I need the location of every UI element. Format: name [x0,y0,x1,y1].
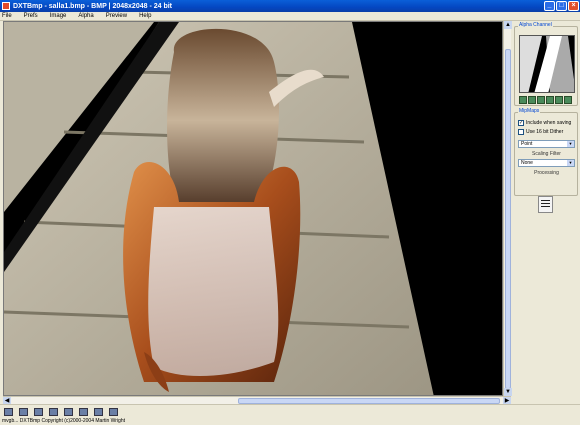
scroll-down-button[interactable]: ▼ [504,388,512,396]
close-button[interactable]: × [568,1,579,11]
app-icon[interactable] [2,2,10,10]
scaling-filter-select[interactable]: Point ▼ [518,140,575,148]
menu-prefs[interactable]: Prefs [24,13,38,19]
list-icon [541,200,550,207]
scaling-filter-value: Point [521,141,533,147]
flip-vertical-icon[interactable] [79,408,88,416]
alpha-channel-group: Alpha Channel [514,22,578,106]
maximize-button[interactable]: □ [556,1,567,11]
minimize-button[interactable]: _ [544,1,555,11]
include-when-saving-checkbox[interactable]: ✓ Include when saving [518,120,571,126]
alpha-channel-title: Alpha Channel [518,22,553,28]
chevron-down-icon[interactable]: ▼ [567,141,574,147]
alpha-paste-icon[interactable] [546,96,554,104]
texture-image [4,22,502,395]
paste-icon[interactable] [49,408,58,416]
save-icon[interactable] [19,408,28,416]
alpha-copy-icon[interactable] [537,96,545,104]
print-icon[interactable] [64,408,73,416]
processing-value: None [521,160,533,166]
chevron-down-icon[interactable]: ▼ [567,160,574,166]
include-when-saving-label: Include when saving [526,120,572,126]
menu-preview[interactable]: Preview [106,13,127,19]
image-viewport[interactable] [3,21,503,396]
alpha-zoom-icon[interactable] [564,96,572,104]
vertical-scroll-thumb[interactable] [505,49,511,389]
zoom-icon[interactable] [109,408,118,416]
use-16bit-dither-checkbox[interactable]: Use 16 bit Dither [518,129,563,135]
alpha-save-icon[interactable] [528,96,536,104]
use-16bit-dither-label: Use 16 bit Dither [526,129,564,135]
menu-bar: File Prefs Image Alpha Preview Help [0,12,580,21]
mipmaps-group: MipMaps ✓ Include when saving Use 16 bit… [514,108,578,196]
menu-image[interactable]: Image [50,13,67,19]
title-bar[interactable]: DXTBmp - salla1.bmp - BMP | 2048x2048 - … [0,0,580,12]
processing-select[interactable]: None ▼ [518,159,575,167]
scroll-up-button[interactable]: ▲ [504,21,512,29]
menu-alpha[interactable]: Alpha [78,13,93,19]
vertical-scrollbar[interactable]: ▲ ▼ [503,21,512,396]
processing-caption: Processing [534,170,559,176]
alpha-preview[interactable] [519,35,575,93]
mipmaps-title: MipMaps [518,108,541,114]
window-title: DXTBmp - salla1.bmp - BMP | 2048x2048 - … [13,2,172,10]
toolbar [4,408,118,416]
menu-help[interactable]: Help [139,13,151,19]
menu-file[interactable]: File [2,13,12,19]
include-checkmark: ✓ [518,120,524,126]
alpha-open-icon[interactable] [519,96,527,104]
flip-horizontal-icon[interactable] [94,408,103,416]
copy-icon[interactable] [34,408,43,416]
alpha-edit-icon[interactable] [555,96,563,104]
status-text: mvgb... DXTBmp Copyright (c)2000-2004 Ma… [2,418,126,424]
open-icon[interactable] [4,408,13,416]
status-bar: mvgb... DXTBmp Copyright (c)2000-2004 Ma… [0,404,580,425]
processing-apply-button[interactable] [538,196,553,213]
dither-box [518,129,524,135]
scaling-filter-caption: Scaling Filter [532,151,561,157]
horizontal-scrollbar[interactable]: ◀ ▶ [3,396,511,405]
